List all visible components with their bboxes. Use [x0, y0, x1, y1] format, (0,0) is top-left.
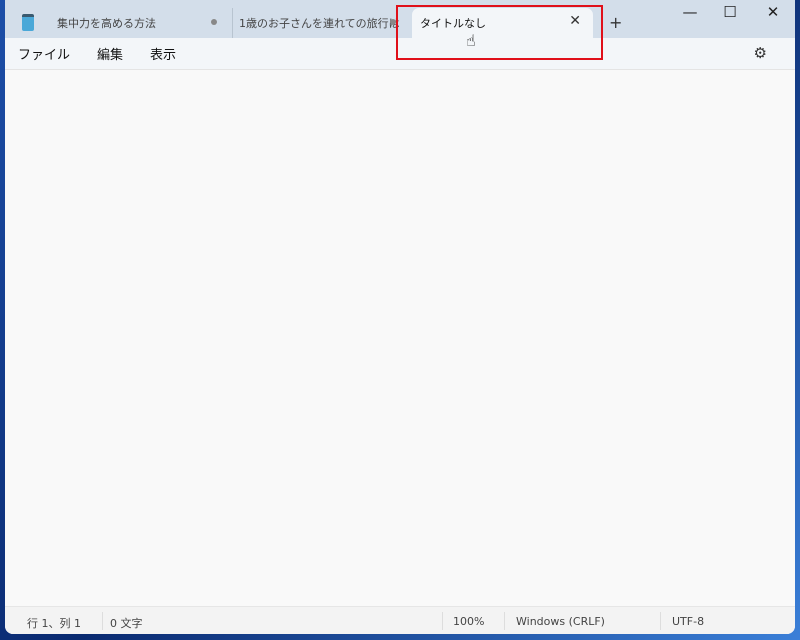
tab-label: 1歳のお子さんを連れての旅行は — [239, 17, 400, 30]
menu-edit[interactable]: 編集 — [97, 44, 123, 63]
highlight-box — [396, 5, 603, 60]
tab-1[interactable]: 集中力を高める方法 — [57, 8, 225, 38]
minimize-button[interactable]: — — [670, 3, 710, 21]
maximize-button[interactable]: ☐ — [710, 3, 750, 21]
line-ending: Windows (CRLF) — [516, 615, 605, 628]
menu-view[interactable]: 表示 — [150, 44, 176, 63]
char-count: 0 文字 — [110, 617, 143, 630]
settings-gear-icon[interactable]: ⚙ — [754, 44, 767, 62]
tab-label: 集中力を高める方法 — [57, 17, 156, 30]
mouse-cursor-icon: ☝ — [466, 31, 476, 50]
notepad-app-icon — [22, 14, 34, 31]
notepad-window: 集中力を高める方法 1歳のお子さんを連れての旅行は タイトルなし ✕ + — ☐ … — [5, 0, 795, 634]
text-editor[interactable] — [5, 70, 795, 606]
close-button[interactable]: ✕ — [753, 3, 793, 21]
encoding: UTF-8 — [672, 615, 705, 628]
cursor-position: 行 1、列 1 — [27, 617, 81, 630]
modified-dot-icon — [211, 19, 217, 25]
tab-2[interactable]: 1歳のお子さんを連れての旅行は — [232, 8, 404, 38]
zoom-level: 100% — [453, 615, 485, 628]
menu-file[interactable]: ファイル — [18, 44, 70, 63]
new-tab-button[interactable]: + — [609, 13, 622, 32]
status-bar: 行 1、列 1 0 文字 100% Windows (CRLF) UTF-8 — [5, 606, 795, 634]
